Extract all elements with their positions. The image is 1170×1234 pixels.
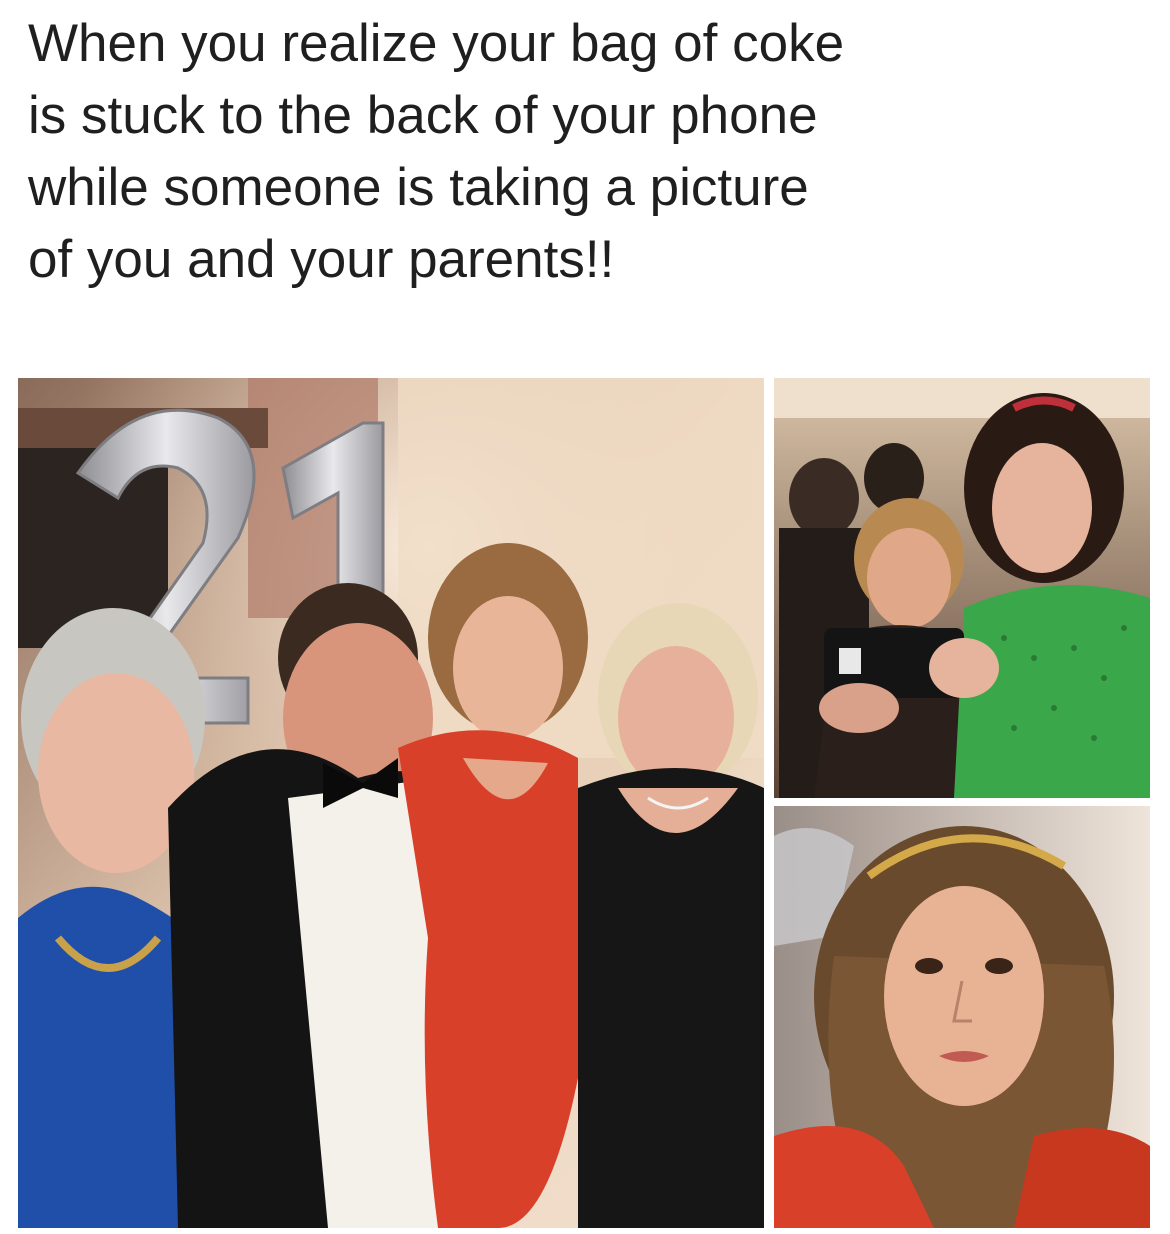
caption-line-1: When you realize your bag of coke	[28, 14, 845, 73]
family-group-photo-icon	[18, 378, 764, 1228]
person-taking-photo-icon	[774, 378, 1150, 798]
family-group-photo	[18, 378, 764, 1228]
closeup-photo	[774, 806, 1150, 1228]
camera-photo	[774, 378, 1150, 798]
photo-divider-horizontal	[774, 798, 1150, 806]
woman-closeup-icon	[774, 806, 1150, 1228]
caption-line-4: of you and your parents!!	[28, 230, 615, 289]
meme-caption: When you realize your bag of coke is stu…	[28, 8, 1148, 296]
photo-divider-vertical	[764, 378, 774, 1228]
caption-line-2: is stuck to the back of your phone	[28, 86, 818, 145]
caption-line-3: while someone is taking a picture	[28, 158, 809, 217]
